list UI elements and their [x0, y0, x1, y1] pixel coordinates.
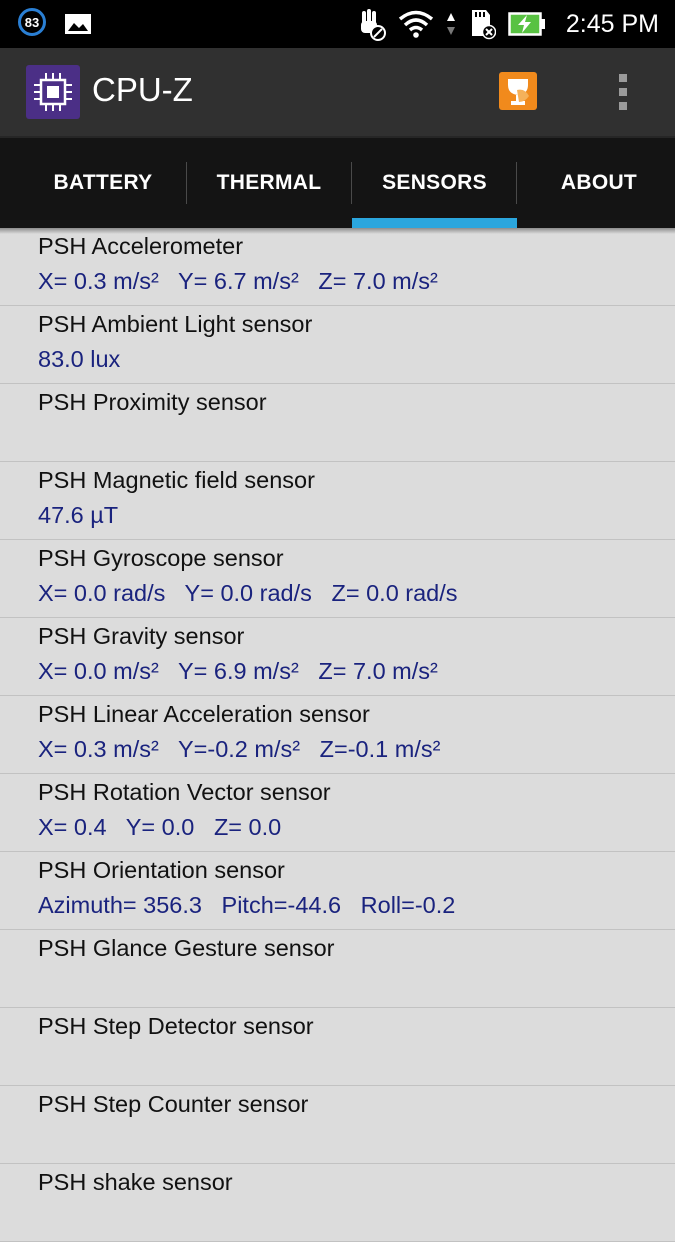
- clock: 2:45 PM: [565, 9, 659, 38]
- list-item: PSH Accelerometer X= 0.3 m/s² Y= 6.7 m/s…: [0, 228, 675, 306]
- sensor-name: PSH Accelerometer: [38, 233, 244, 259]
- sensor-name: PSH Rotation Vector sensor: [38, 779, 331, 805]
- tab-label: THERMAL: [216, 171, 322, 194]
- status-bar: 83 2:45 PM: [0, 0, 675, 48]
- sensor-name: PSH Proximity sensor: [38, 389, 267, 415]
- list-item: PSH Magnetic field sensor 47.6 µT: [0, 462, 675, 540]
- sensor-name: PSH Gyroscope sensor: [38, 545, 284, 571]
- tab-thermal[interactable]: THERMAL: [187, 138, 351, 228]
- tab-sensors[interactable]: SENSORS: [352, 138, 517, 228]
- app-bar: CPU-Z: [0, 48, 675, 136]
- active-tab-indicator: [352, 218, 517, 228]
- sensor-name: PSH Linear Acceleration sensor: [38, 701, 370, 727]
- sensor-value: X= 0.3 m/s² Y=-0.2 m/s² Z=-0.1 m/s²: [38, 736, 441, 762]
- sensor-name: PSH Magnetic field sensor: [38, 467, 315, 493]
- tab-label: SENSORS: [382, 171, 487, 194]
- sensor-value: X= 0.4 Y= 0.0 Z= 0.0: [38, 814, 282, 840]
- tab-label: ABOUT: [560, 171, 638, 194]
- tab-bar: BATTERY THERMAL SENSORS ABOUT: [0, 136, 675, 228]
- app-title: CPU-Z: [92, 71, 193, 108]
- list-item: PSH Step Counter sensor: [0, 1086, 675, 1164]
- list-item: PSH Glance Gesture sensor: [0, 930, 675, 1008]
- hand-blocked-icon: [360, 9, 386, 41]
- cpu-chip-icon: [26, 65, 80, 119]
- sensor-name: PSH Gravity sensor: [38, 623, 245, 649]
- sensor-name: PSH Orientation sensor: [38, 857, 285, 883]
- tab-battery[interactable]: BATTERY: [20, 138, 186, 228]
- list-item: PSH Proximity sensor: [0, 384, 675, 462]
- list-item: PSH Linear Acceleration sensor X= 0.3 m/…: [0, 696, 675, 774]
- sensor-value: X= 0.0 rad/s Y= 0.0 rad/s Z= 0.0 rad/s: [38, 580, 458, 606]
- list-item: PSH shake sensor: [0, 1164, 675, 1242]
- sensor-value: Azimuth= 356.3 Pitch=-44.6 Roll=-0.2: [38, 892, 456, 918]
- sensor-value: 47.6 µT: [38, 502, 119, 528]
- list-item: PSH Rotation Vector sensor X= 0.4 Y= 0.0…: [0, 774, 675, 852]
- sensor-list[interactable]: PSH Accelerometer X= 0.3 m/s² Y= 6.7 m/s…: [0, 228, 675, 1242]
- sensor-value: X= 0.0 m/s² Y= 6.9 m/s² Z= 7.0 m/s²: [38, 658, 438, 684]
- sensor-name: PSH Glance Gesture sensor: [38, 935, 335, 961]
- battery-charging-icon: [508, 12, 545, 36]
- tab-label: BATTERY: [53, 171, 153, 194]
- trophy-icon[interactable]: [499, 72, 537, 110]
- list-item: PSH Ambient Light sensor 83.0 lux: [0, 306, 675, 384]
- wifi-icon: [398, 10, 433, 38]
- sd-card-icon: [471, 10, 496, 40]
- list-item: PSH Gyroscope sensor X= 0.0 rad/s Y= 0.0…: [0, 540, 675, 618]
- image-icon: [65, 14, 91, 34]
- sensor-name: PSH Step Counter sensor: [38, 1091, 309, 1117]
- tab-bar-shadow: [0, 228, 675, 234]
- list-item: PSH Gravity sensor X= 0.0 m/s² Y= 6.9 m/…: [0, 618, 675, 696]
- notification-count: 83: [24, 14, 40, 30]
- sensor-name: PSH Step Detector sensor: [38, 1013, 314, 1039]
- sensor-name: PSH Ambient Light sensor: [38, 311, 313, 337]
- sensor-name: PSH shake sensor: [38, 1169, 233, 1195]
- sensor-value: 83.0 lux: [38, 346, 121, 372]
- sensor-value: X= 0.3 m/s² Y= 6.7 m/s² Z= 7.0 m/s²: [38, 268, 438, 294]
- data-arrows-icon: [446, 13, 455, 35]
- notification-count-icon: 83: [18, 8, 46, 36]
- list-item: PSH Step Detector sensor: [0, 1008, 675, 1086]
- overflow-menu-icon[interactable]: [608, 70, 638, 114]
- list-item: PSH Orientation sensor Azimuth= 356.3 Pi…: [0, 852, 675, 930]
- tab-about[interactable]: ABOUT: [517, 138, 675, 228]
